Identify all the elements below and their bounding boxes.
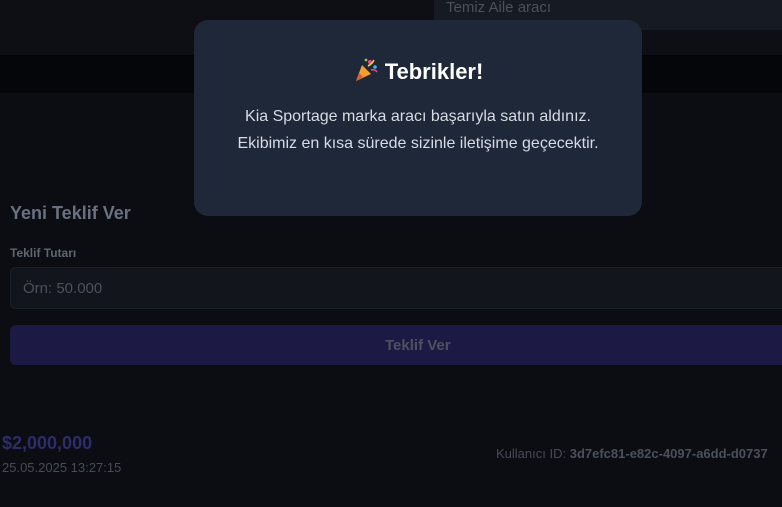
party-popper-icon	[353, 57, 379, 83]
success-modal: Tebrikler! Kia Sportage marka aracı başa…	[194, 20, 642, 216]
modal-title-row: Tebrikler!	[194, 20, 642, 85]
offer-user-id: Kullanıcı ID: 3d7efc81-e82c-4097-a6dd-d0…	[496, 446, 768, 461]
submit-offer-button[interactable]: Teklif Ver	[10, 325, 782, 365]
modal-title: Tebrikler!	[384, 59, 484, 84]
offer-datetime: 25.05.2025 13:27:15	[2, 460, 122, 475]
description-value: Temiz Aile aracı	[446, 0, 552, 16]
offer-amount-label: Teklif Tutarı	[10, 246, 77, 260]
offer-amount-input[interactable]	[10, 267, 782, 309]
modal-message: Kia Sportage marka aracı başarıyla satın…	[237, 108, 599, 152]
offer-form-title: Yeni Teklif Ver	[10, 203, 131, 223]
user-id-label: Kullanıcı ID:	[496, 446, 567, 461]
offer-amount: $2,000,000	[2, 433, 93, 453]
user-id-value: 3d7efc81-e82c-4097-a6dd-d0737	[569, 446, 768, 461]
